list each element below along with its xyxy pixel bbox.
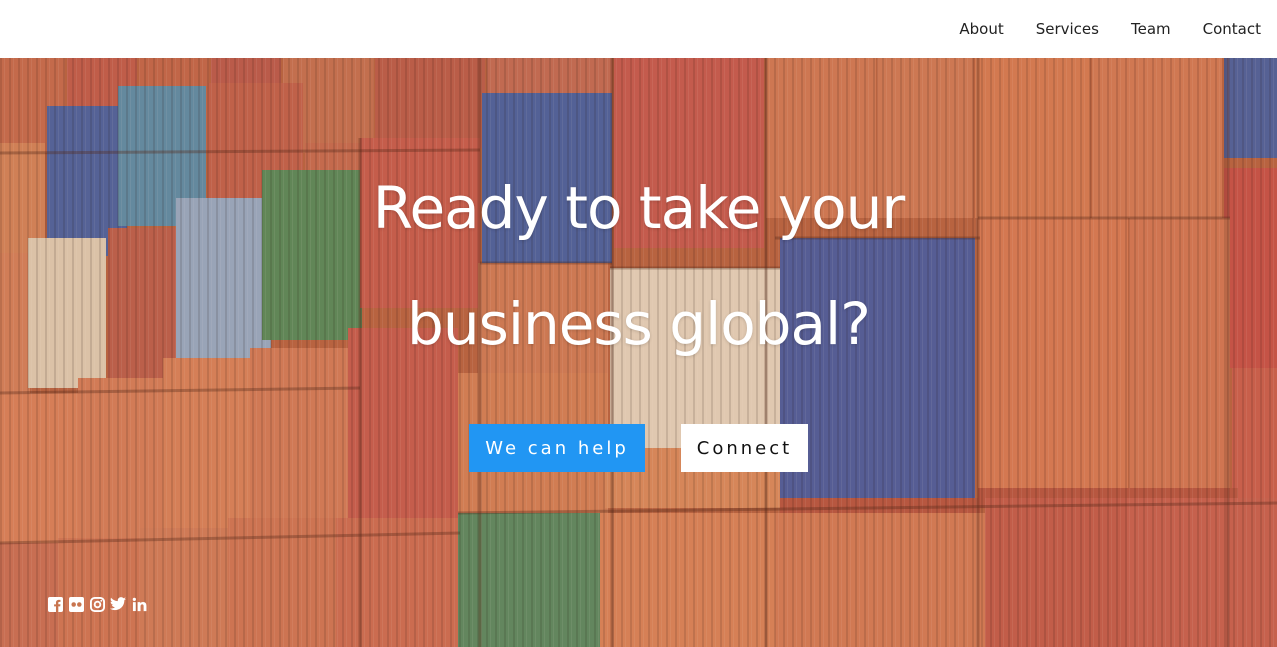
we-can-help-button[interactable]: We can help: [469, 424, 645, 472]
instagram-icon[interactable]: [89, 596, 105, 612]
nav-link-services[interactable]: Services: [1036, 20, 1099, 38]
nav-link-about[interactable]: About: [959, 20, 1003, 38]
social-links: [47, 596, 147, 612]
hero-headline-line1: Ready to take your: [372, 174, 906, 242]
connect-button[interactable]: Connect: [681, 424, 808, 472]
nav-link-team[interactable]: Team: [1131, 20, 1171, 38]
nav-link-contact[interactable]: Contact: [1203, 20, 1261, 38]
facebook-icon[interactable]: [47, 596, 63, 612]
nav-links: About Services Team Contact: [959, 0, 1261, 58]
hero-headline-line2: business global?: [407, 290, 871, 358]
linkedin-icon[interactable]: [131, 596, 147, 612]
twitter-icon[interactable]: [110, 596, 126, 612]
hero-section: Ready to take your business global? We c…: [0, 58, 1277, 647]
flickr-icon[interactable]: [68, 596, 84, 612]
top-navbar: About Services Team Contact: [0, 0, 1277, 58]
